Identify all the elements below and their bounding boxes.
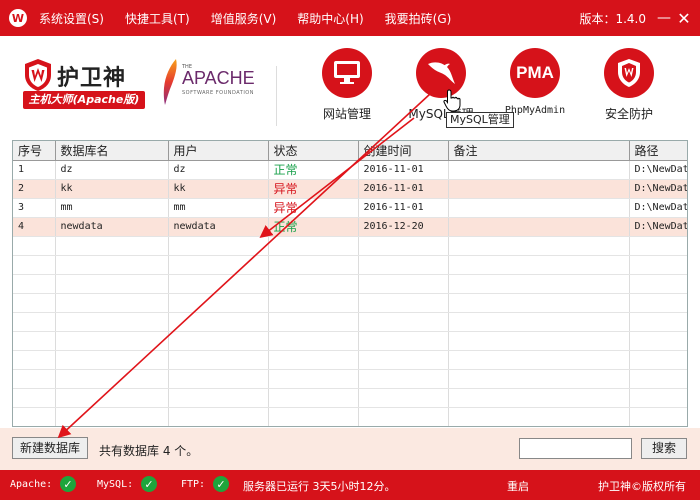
empty-row (13, 388, 687, 408)
cell-created: 2016-11-01 (358, 198, 449, 218)
new-database-button[interactable]: 新建数据库 (12, 437, 88, 459)
col-header-status[interactable]: 状态 (268, 141, 359, 161)
empty-row (13, 407, 687, 426)
search-button[interactable]: 搜索 (641, 438, 687, 459)
mysql-status-label: MySQL: (97, 479, 134, 490)
cell-created: 2016-11-01 (358, 160, 449, 180)
col-header-created[interactable]: 创建时间 (358, 141, 449, 161)
status-bar: Apache: ✓ MySQL: ✓ FTP: ✓ 服务器已运行 3天5小时12… (0, 470, 700, 500)
restart-link[interactable]: 重启 (507, 478, 529, 494)
empty-row (13, 312, 687, 332)
header-area: 护卫神 主机大师(Apache版) THE APACHE SOFTWARE FO… (0, 36, 700, 138)
table-header-row: 序号 数据库名 用户 状态 创建时间 备注 路径 (13, 141, 687, 161)
cell-db-name: mm (55, 198, 169, 218)
brand-logo: 护卫神 主机大师(Apache版) (23, 54, 145, 110)
brand-subtitle: 主机大师(Apache版) (23, 91, 145, 109)
copyright-text: 护卫神©版权所有 (598, 480, 686, 493)
cell-note (448, 160, 630, 180)
empty-row (13, 274, 687, 294)
cell-created: 2016-11-01 (358, 179, 449, 199)
website-manage-button[interactable]: 网站管理 (302, 48, 392, 128)
mysql-tooltip: MySQL管理 (446, 112, 514, 128)
menu-quick-tools[interactable]: 快捷工具(T) (125, 10, 190, 27)
cell-status: 异常 (268, 179, 359, 199)
database-table: 序号 数据库名 用户 状态 创建时间 备注 路径 1 dz dz 正常 2016… (12, 140, 688, 427)
empty-row (13, 293, 687, 313)
empty-row (13, 369, 687, 389)
monitor-icon (322, 48, 372, 98)
pma-icon: PMA (510, 48, 560, 98)
col-header-db-name[interactable]: 数据库名 (55, 141, 169, 161)
main-menu: 系统设置(S) 快捷工具(T) 增值服务(V) 帮助中心(H) 我要拍砖(G) (39, 10, 472, 27)
bottom-toolbar: 新建数据库 共有数据库 4 个。 搜索 (0, 428, 700, 470)
cell-user: kk (168, 179, 269, 199)
col-header-note[interactable]: 备注 (448, 141, 630, 161)
col-header-no[interactable]: 序号 (13, 141, 56, 161)
col-header-path[interactable]: 路径 (629, 141, 687, 161)
empty-row (13, 350, 687, 370)
mysql-ok-icon: ✓ (141, 476, 157, 492)
cell-no: 4 (13, 217, 56, 237)
cell-db-name: newdata (55, 217, 169, 237)
apache-name-text: APACHE (182, 68, 255, 88)
header-divider (276, 66, 277, 126)
brand-name: 护卫神 (57, 66, 127, 91)
apache-status-label: Apache: (10, 479, 53, 490)
apache-logo: THE APACHE SOFTWARE FOUNDATION (160, 58, 270, 108)
ftp-ok-icon: ✓ (213, 476, 229, 492)
dolphin-icon (416, 48, 466, 98)
menu-help-center[interactable]: 帮助中心(H) (297, 10, 363, 27)
uptime-text: 服务器已运行 3天5小时12分。 (243, 480, 396, 493)
cell-db-name: kk (55, 179, 169, 199)
minimize-button[interactable]: — (654, 10, 674, 26)
cell-no: 2 (13, 179, 56, 199)
cell-status: 正常 (268, 217, 359, 237)
col-header-user[interactable]: 用户 (168, 141, 269, 161)
table-row[interactable]: 1 dz dz 正常 2016-11-01 D:\NewData (13, 160, 687, 180)
cell-no: 3 (13, 198, 56, 218)
security-protect-button[interactable]: 安全防护 (584, 48, 674, 128)
close-button[interactable]: ✕ (674, 9, 694, 28)
cell-note (448, 179, 630, 199)
menu-system-settings[interactable]: 系统设置(S) (39, 10, 104, 27)
cell-note (448, 198, 630, 218)
table-row[interactable]: 3 mm mm 异常 2016-11-01 D:\NewData (13, 198, 687, 218)
cell-path: D:\NewData (629, 217, 687, 237)
shield-icon (604, 48, 654, 98)
cell-path: D:\NewData (629, 198, 687, 218)
cell-status: 正常 (268, 160, 359, 180)
cell-created: 2016-12-20 (358, 217, 449, 237)
apache-feather-icon (163, 59, 177, 105)
database-count-text: 共有数据库 4 个。 (99, 444, 199, 458)
database-grid: 序号 数据库名 用户 状态 创建时间 备注 路径 1 dz dz 正常 2016… (13, 141, 687, 426)
cell-path: D:\NewData (629, 160, 687, 180)
cell-status: 异常 (268, 198, 359, 218)
pma-icon-text: PMA (516, 63, 554, 82)
empty-row (13, 255, 687, 275)
cell-user: dz (168, 160, 269, 180)
empty-row (13, 236, 687, 256)
table-row[interactable]: 4 newdata newdata 正常 2016-12-20 D:\NewDa… (13, 217, 687, 237)
website-manage-label: 网站管理 (322, 107, 371, 121)
cell-note (448, 217, 630, 237)
cell-path: D:\NewData (629, 179, 687, 199)
app-logo-icon: W (9, 9, 27, 27)
security-protect-label: 安全防护 (604, 107, 653, 121)
cell-user: mm (168, 198, 269, 218)
cell-user: newdata (168, 217, 269, 237)
brand-shield-icon (25, 59, 51, 91)
table-row[interactable]: 2 kk kk 异常 2016-11-01 D:\NewData (13, 179, 687, 199)
cell-no: 1 (13, 160, 56, 180)
apache-ok-icon: ✓ (60, 476, 76, 492)
empty-row (13, 331, 687, 351)
version-label: 版本：1.4.0 (579, 11, 646, 26)
menu-feedback[interactable]: 我要拍砖(G) (385, 10, 452, 27)
apache-foundation-text: SOFTWARE FOUNDATION (182, 90, 254, 96)
app-logo-letter: W (11, 11, 25, 25)
title-menu-bar: W 系统设置(S) 快捷工具(T) 增值服务(V) 帮助中心(H) 我要拍砖(G… (0, 0, 700, 36)
ftp-status-label: FTP: (181, 479, 206, 490)
search-input[interactable] (519, 438, 632, 459)
menu-value-services[interactable]: 增值服务(V) (211, 10, 277, 27)
cell-db-name: dz (55, 160, 169, 180)
